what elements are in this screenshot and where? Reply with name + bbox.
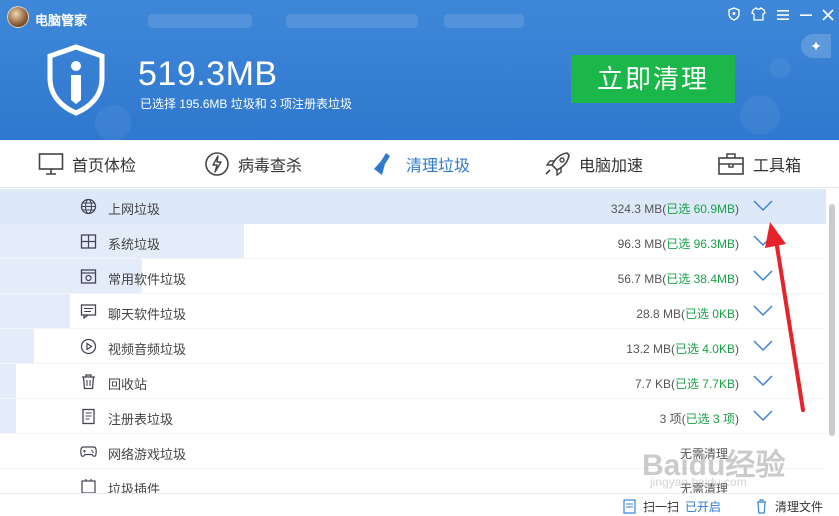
- blurred-region: [148, 14, 252, 28]
- lightning-shield-icon: [205, 152, 229, 176]
- chevron-down-icon[interactable]: [752, 304, 774, 318]
- chevron-down-icon[interactable]: [752, 409, 774, 423]
- rocket-icon: [545, 152, 570, 177]
- total-junk-size: 519.3MB: [138, 55, 278, 93]
- monitor-icon: [38, 153, 64, 175]
- category-name: 视频音频垃圾: [108, 342, 187, 357]
- title-bar: 电脑管家: [0, 0, 839, 36]
- tab-virus-scan[interactable]: 病毒查杀: [204, 140, 302, 188]
- chevron-down-icon[interactable]: [752, 269, 774, 283]
- broom-icon: [374, 153, 390, 175]
- app-title: 电脑管家: [35, 13, 88, 28]
- category-size: 324.3 MB(已选 60.9MB): [610, 202, 739, 216]
- scan-icon: [623, 499, 636, 514]
- chevron-down-icon[interactable]: [752, 199, 774, 213]
- main-nav: 首页体检 病毒查杀 清理垃圾 电脑加速 工具箱: [0, 140, 839, 188]
- list-item[interactable]: 视频音频垃圾 13.2 MB(已选 4.0KB): [0, 329, 826, 364]
- registry-icon: [82, 408, 95, 425]
- header-decoration: [770, 58, 790, 78]
- category-name: 聊天软件垃圾: [108, 307, 187, 322]
- list-item[interactable]: 上网垃圾 324.3 MB(已选 60.9MB): [0, 189, 826, 224]
- skin-shirt-icon[interactable]: [748, 6, 768, 27]
- clean-files-button[interactable]: 清理文件: [754, 498, 823, 515]
- category-size: 7.7 KB(已选 7.7KB): [634, 377, 739, 391]
- scan-toggle[interactable]: 扫一扫 已开启: [622, 498, 721, 515]
- blurred-region: [286, 14, 418, 28]
- sparkle-icon[interactable]: ✦: [801, 34, 831, 58]
- globe-icon: [80, 198, 97, 215]
- category-name: 系统垃圾: [108, 237, 161, 252]
- progress-bar: [0, 294, 70, 328]
- chevron-down-icon[interactable]: [752, 339, 774, 353]
- list-item[interactable]: 回收站 7.7 KB(已选 7.7KB): [0, 364, 826, 399]
- blurred-region: [444, 14, 524, 28]
- tab-label: 病毒查杀: [238, 158, 303, 175]
- tab-home-checkup[interactable]: 首页体检: [38, 140, 136, 188]
- selection-summary: 已选择 195.6MB 垃圾和 3 项注册表垃圾: [140, 97, 353, 111]
- toolbox-icon: [718, 153, 744, 175]
- play-icon: [80, 338, 97, 355]
- menu-icon[interactable]: [773, 7, 793, 27]
- list-item[interactable]: 系统垃圾 96.3 MB(已选 96.3MB): [0, 224, 826, 259]
- clean-now-button[interactable]: 立即清理: [571, 55, 735, 103]
- windows-icon: [80, 234, 97, 249]
- minimize-icon[interactable]: [796, 7, 816, 27]
- progress-bar: [0, 329, 34, 363]
- avatar[interactable]: [7, 6, 29, 28]
- header: 电脑管家 ✦ 519.3MB 已选择 195.6MB 垃圾和 3 项注册表垃圾 …: [0, 0, 839, 141]
- category-size: 56.7 MB(已选 38.4MB): [617, 272, 739, 286]
- tab-pc-speedup[interactable]: 电脑加速: [543, 140, 643, 188]
- list-item[interactable]: 常用软件垃圾 56.7 MB(已选 38.4MB): [0, 259, 826, 294]
- scrollbar[interactable]: [829, 204, 835, 436]
- close-icon[interactable]: [818, 7, 838, 27]
- trash-icon: [82, 374, 95, 390]
- watermark-url: jingyan.baidu.com: [650, 475, 747, 489]
- shield-menu-icon[interactable]: [724, 7, 744, 27]
- category-name: 回收站: [108, 377, 148, 392]
- progress-bar: [0, 364, 16, 398]
- footer-bar: 扫一扫 已开启 清理文件: [0, 493, 839, 516]
- tab-label: 电脑加速: [579, 158, 644, 175]
- progress-bar: [0, 399, 16, 433]
- category-size: 96.3 MB(已选 96.3MB): [617, 237, 739, 251]
- chat-icon: [80, 304, 97, 320]
- tab-clean-junk[interactable]: 清理垃圾: [372, 140, 470, 188]
- clean-files-icon: [757, 499, 766, 514]
- category-size: 13.2 MB(已选 4.0KB): [626, 342, 739, 356]
- list-item[interactable]: 注册表垃圾 3 项(已选 3 项): [0, 399, 826, 434]
- tab-label: 清理垃圾: [406, 158, 471, 175]
- category-size: 28.8 MB(已选 0KB): [636, 307, 739, 321]
- scan-label: 扫一扫: [643, 500, 680, 514]
- category-size: 3 项(已选 3 项): [659, 412, 739, 426]
- category-name: 网络游戏垃圾: [108, 447, 187, 462]
- scan-state: 已开启: [685, 500, 722, 514]
- chevron-down-icon[interactable]: [752, 374, 774, 388]
- header-decoration: [740, 95, 780, 135]
- gamepad-icon: [80, 446, 97, 457]
- tab-label: 工具箱: [753, 158, 802, 175]
- category-name: 注册表垃圾: [108, 412, 174, 427]
- clean-files-label: 清理文件: [775, 500, 824, 514]
- category-name: 常用软件垃圾: [108, 272, 187, 287]
- list-item[interactable]: 聊天软件垃圾 28.8 MB(已选 0KB): [0, 294, 826, 329]
- category-name: 上网垃圾: [108, 202, 161, 217]
- tab-label: 首页体检: [72, 158, 137, 175]
- chevron-down-icon[interactable]: [752, 234, 774, 248]
- software-icon: [80, 269, 97, 284]
- shield-logo-icon: [47, 44, 105, 116]
- tab-toolbox[interactable]: 工具箱: [717, 140, 801, 188]
